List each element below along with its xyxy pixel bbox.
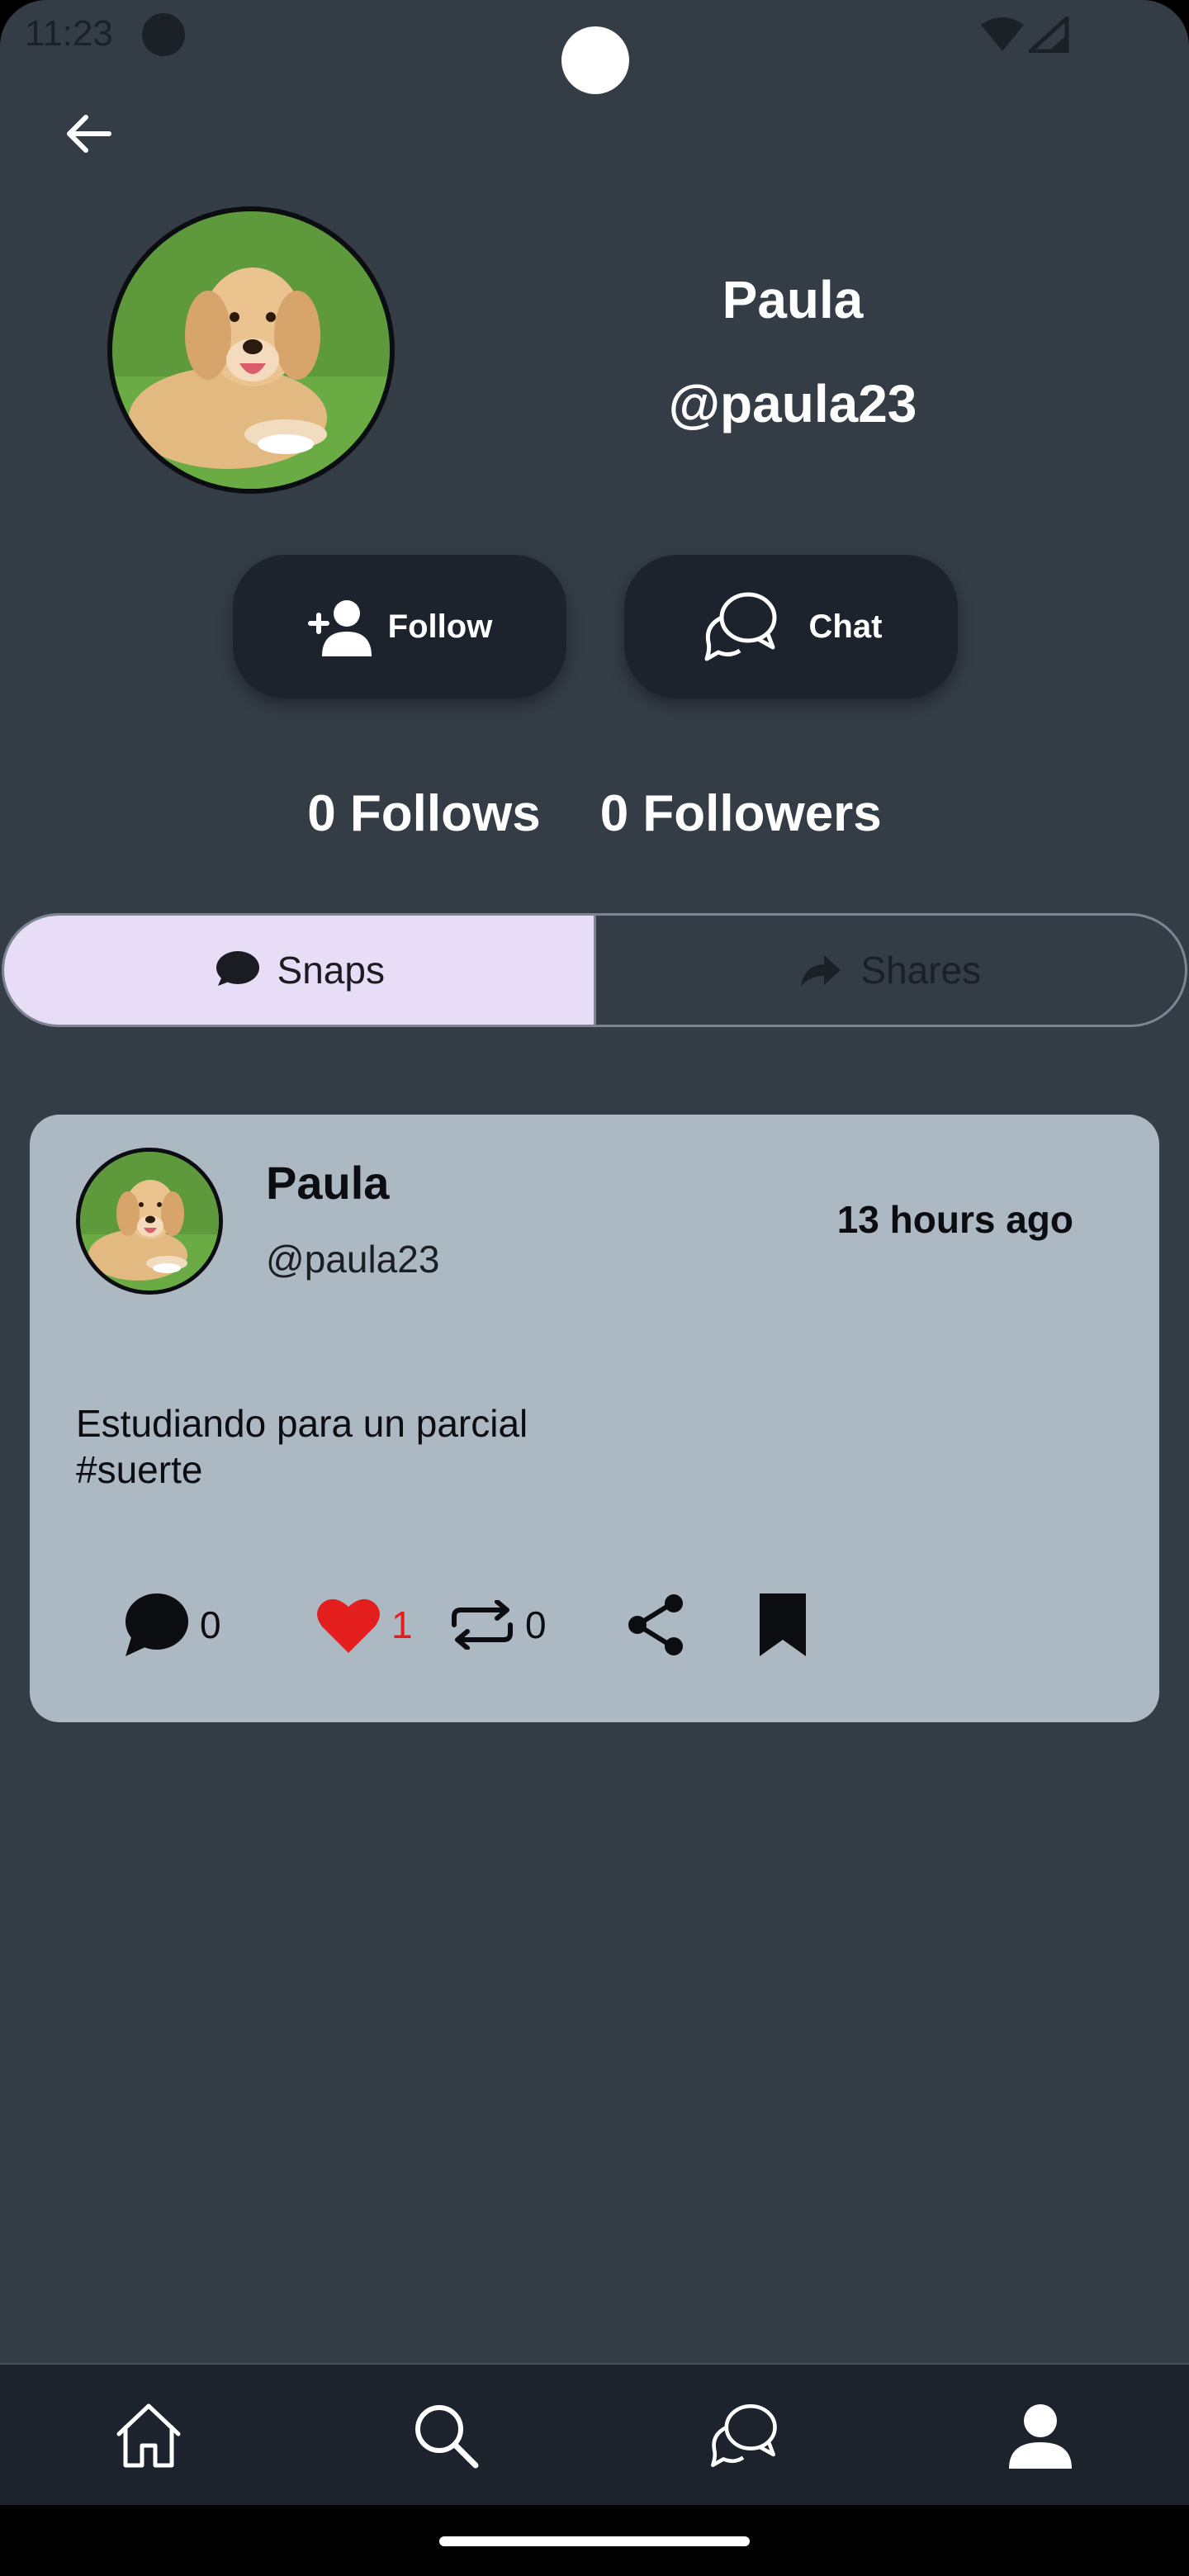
follow-button[interactable]: Follow <box>233 555 566 698</box>
share-icon <box>628 1594 683 1655</box>
speech-bubble-icon <box>216 951 259 986</box>
chat-bubbles-icon <box>711 2403 777 2468</box>
profile-name: Paula <box>722 270 864 329</box>
dot-icon <box>142 13 185 56</box>
camera-cutout <box>561 26 629 94</box>
chat-label: Chat <box>808 608 883 645</box>
bookmark-button[interactable] <box>758 1584 808 1666</box>
arrow-back-icon <box>67 115 111 153</box>
profile-stats: 0 Follows 0 Followers <box>0 784 1189 843</box>
chat-bubbles-icon <box>704 592 777 661</box>
person-add-icon <box>307 600 372 656</box>
post-actions: 0 1 0 <box>76 1584 1067 1666</box>
repeat-icon <box>452 1600 513 1650</box>
like-count: 1 <box>391 1603 413 1646</box>
like-button[interactable]: 1 <box>315 1584 413 1666</box>
status-time: 11:23 <box>25 13 113 54</box>
tab-shares-label: Shares <box>860 949 982 992</box>
tab-snaps-label: Snaps <box>277 949 385 992</box>
resnap-count: 0 <box>525 1603 547 1646</box>
search-icon <box>415 2405 479 2469</box>
post-card[interactable]: Paula @paula23 13 hours ago Estudiando p… <box>30 1115 1159 1722</box>
share-button[interactable] <box>624 1584 687 1666</box>
bookmark-icon <box>760 1593 806 1656</box>
bottom-nav <box>0 2363 1189 2507</box>
gesture-bar <box>0 2505 1189 2576</box>
post-author-handle[interactable]: @paula23 <box>266 1237 439 1281</box>
profile-handle: @paula23 <box>668 374 917 433</box>
tab-snaps[interactable]: Snaps <box>4 916 596 1025</box>
nav-home[interactable] <box>111 2398 187 2474</box>
home-indicator[interactable] <box>439 2536 750 2546</box>
post-text: Estudiando para un parcial #suerte <box>76 1400 528 1493</box>
post-avatar[interactable] <box>76 1148 223 1295</box>
comment-icon <box>126 1593 188 1656</box>
profile-screen: 11:23 Paula @paula23 Follow Chat 0 Follo… <box>0 0 1189 2576</box>
avatar <box>107 206 395 494</box>
home-icon <box>116 2403 181 2468</box>
person-icon <box>1009 2404 1072 2469</box>
golden-retriever-photo <box>80 1152 219 1290</box>
comment-count: 0 <box>200 1603 221 1646</box>
comment-button[interactable]: 0 <box>121 1584 221 1666</box>
post-timestamp: 13 hours ago <box>836 1198 1073 1241</box>
wifi-icon <box>981 17 1024 51</box>
chat-button[interactable]: Chat <box>624 555 958 698</box>
share-arrow-icon <box>801 955 841 987</box>
signal-icon <box>1029 17 1069 53</box>
status-bar: 11:23 <box>0 0 1189 94</box>
nav-profile[interactable] <box>1002 2398 1078 2474</box>
post-author-name[interactable]: Paula <box>266 1156 389 1210</box>
profile-tabs: Snaps Shares <box>2 913 1187 1027</box>
nav-chats[interactable] <box>705 2398 781 2474</box>
back-button[interactable] <box>58 102 121 165</box>
post-hashtag[interactable]: #suerte <box>76 1447 528 1493</box>
nav-search[interactable] <box>408 2398 484 2474</box>
post-text-line: Estudiando para un parcial <box>76 1402 528 1445</box>
follows-count[interactable]: 0 Follows <box>307 784 540 843</box>
resnap-button[interactable]: 0 <box>449 1584 547 1666</box>
golden-retriever-photo <box>112 211 390 489</box>
heart-icon <box>317 1598 380 1653</box>
follow-label: Follow <box>387 608 493 645</box>
tab-shares[interactable]: Shares <box>596 916 1186 1025</box>
followers-count[interactable]: 0 Followers <box>600 784 882 843</box>
